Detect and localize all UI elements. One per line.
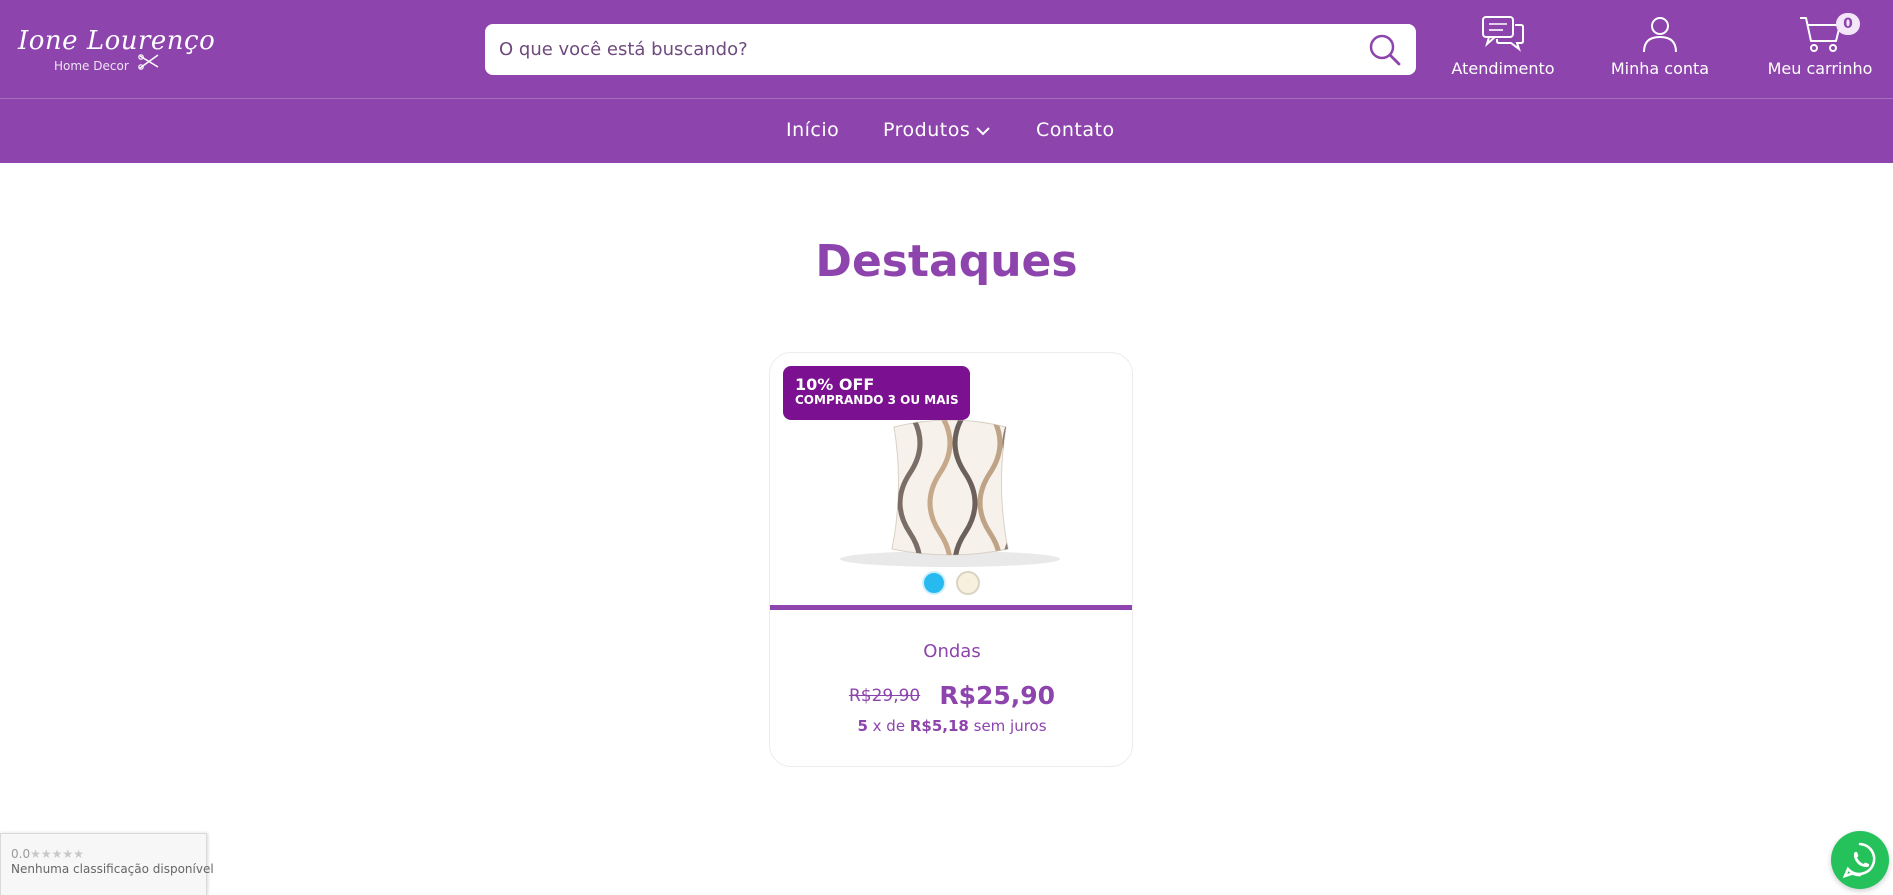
main-nav: Início Produtos Contato — [0, 99, 1893, 163]
search-icon[interactable] — [1365, 32, 1405, 68]
account-label: Minha conta — [1610, 59, 1710, 78]
whatsapp-icon — [1842, 842, 1876, 879]
cart-label: Meu carrinho — [1767, 59, 1873, 78]
nav-item-produtos-label: Produtos — [883, 119, 971, 141]
support-label: Atendimento — [1451, 59, 1555, 78]
whatsapp-button[interactable] — [1831, 831, 1889, 889]
search-input[interactable] — [499, 24, 1339, 75]
installments-sep: x de — [872, 717, 906, 735]
account-button[interactable]: Minha conta — [1608, 15, 1712, 78]
nav-item-contato[interactable]: Contato — [1036, 119, 1115, 141]
brand-name: Ione Lourenço — [18, 26, 216, 56]
site-header: Ione Lourenço Home Decor Atendimento M — [0, 0, 1893, 163]
card-divider-bar — [770, 605, 1132, 610]
color-swatch-blue[interactable] — [922, 571, 946, 595]
rating-score: 0.0★★★★★ — [11, 847, 196, 861]
promo-condition: COMPRANDO 3 OU MAIS — [795, 393, 959, 407]
search-bar — [485, 24, 1416, 75]
nav-item-inicio[interactable]: Início — [786, 119, 839, 141]
rating-stars-icon: ★★★★★ — [30, 847, 84, 861]
installments-suffix: sem juros — [973, 717, 1047, 735]
promo-badge: 10% OFF COMPRANDO 3 OU MAIS — [783, 366, 970, 420]
brand-logo[interactable]: Ione Lourenço Home Decor — [18, 26, 215, 78]
installments-value: R$5,18 — [909, 717, 969, 735]
brand-tagline: Home Decor — [54, 59, 129, 73]
scissors-icon — [138, 54, 159, 70]
color-swatches — [922, 571, 992, 597]
promo-discount: 10% OFF — [795, 375, 875, 394]
old-price: R$29,90 — [848, 685, 921, 706]
product-name[interactable]: Ondas — [770, 641, 1132, 662]
section-title: Destaques — [815, 236, 1078, 287]
user-icon — [1643, 17, 1677, 53]
price-row: R$29,90 R$25,90 — [770, 681, 1132, 710]
cart-button[interactable]: 0 Meu carrinho — [1762, 13, 1878, 78]
support-button[interactable]: Atendimento — [1448, 15, 1558, 78]
current-price: R$25,90 — [939, 681, 1056, 710]
color-swatch-cream[interactable] — [956, 571, 980, 595]
chevron-down-icon — [976, 126, 990, 135]
product-card[interactable]: 10% OFF COMPRANDO 3 OU MAIS Ondas R$29,9… — [769, 352, 1133, 767]
cart-count-badge: 0 — [1836, 13, 1860, 35]
chat-bubbles-icon — [1482, 16, 1524, 52]
rating-text: Nenhuma classificação disponível — [11, 862, 214, 876]
product-image[interactable] — [830, 393, 1070, 573]
installments-text: 5 x de R$5,18 sem juros — [770, 717, 1132, 735]
rating-widget[interactable]: 0.0★★★★★ Nenhuma classificação disponíve… — [0, 833, 214, 895]
nav-item-produtos[interactable]: Produtos — [883, 119, 990, 141]
rating-score-value: 0.0 — [11, 847, 31, 861]
installments-count: 5 — [857, 717, 868, 735]
